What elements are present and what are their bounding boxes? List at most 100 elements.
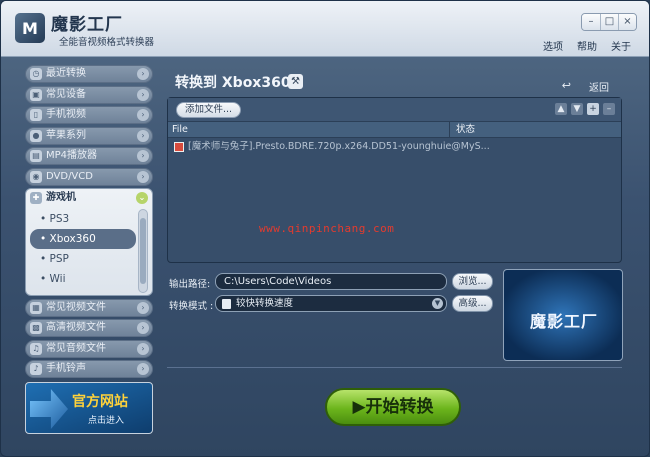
tools-icon[interactable]: ⚒	[288, 74, 303, 89]
app-window: M 魔影工厂 全能音视频格式转换器 – □ × 选项 帮助 关于 ◷ 最近转换 …	[0, 0, 650, 457]
add-icon[interactable]: +	[587, 103, 599, 115]
sidebar-item-label: 手机铃声	[46, 363, 86, 374]
table-row[interactable]: [魔术师与兔子].Presto.BDRE.720p.x264.DD51-youn…	[168, 138, 621, 156]
apple-icon: ●	[30, 129, 42, 142]
menu-help[interactable]: 帮助	[577, 38, 597, 53]
game-console-label: 游戏机	[46, 192, 76, 203]
chevron-right-icon: ›	[137, 170, 149, 183]
sidebar-item-devices[interactable]: ▣ 常见设备 ›	[25, 85, 153, 104]
phone-icon: ▯	[30, 109, 42, 121]
chevron-down-icon: ⌄	[136, 192, 148, 204]
menu-options[interactable]: 选项	[543, 38, 563, 53]
app-subtitle: 全能音视频格式转换器	[59, 37, 155, 48]
sidebar-item-video-files[interactable]: ▦ 常见视频文件 ›	[25, 298, 153, 317]
banner-subtitle: 点击进入	[88, 416, 125, 426]
banner-title: 官方网站	[72, 394, 128, 410]
player-icon: ▤	[30, 150, 42, 162]
move-up-icon[interactable]: ▲	[555, 103, 567, 115]
chevron-right-icon: ›	[137, 88, 149, 101]
menu-about[interactable]: 关于	[611, 38, 631, 53]
output-path-label: 输出路径:	[169, 279, 211, 290]
chevron-right-icon: ›	[137, 363, 149, 375]
sidebar-item-dvd[interactable]: ◉ DVD/VCD ›	[25, 167, 153, 186]
sidebar-item-label: 最近转换	[46, 68, 86, 79]
gamepad-icon: ✚	[30, 192, 42, 204]
scrollbar-thumb[interactable]	[140, 218, 146, 284]
convert-mode-select[interactable]: 较快转换速度 ▼	[215, 295, 447, 312]
sidebar-item-label: 常见音频文件	[46, 342, 106, 354]
browse-button[interactable]: 浏览...	[452, 273, 493, 290]
column-status[interactable]: 状态	[450, 122, 475, 137]
game-console-list: • PS3 • Xbox360 • PSP • Wii	[30, 209, 136, 289]
chevron-right-icon: ›	[137, 322, 149, 334]
arrow-right-icon	[30, 389, 68, 429]
device-icon: ▣	[30, 88, 42, 101]
preview-logo: 魔影工厂	[529, 312, 598, 331]
output-path-input[interactable]: C:\Users\Code\Videos	[215, 273, 447, 290]
sidebar-item-phone-video[interactable]: ▯ 手机视频 ›	[25, 106, 153, 124]
official-site-banner[interactable]: 官方网站 点击进入	[25, 382, 153, 434]
divider	[167, 367, 622, 368]
sidebar-item-label: 常见视频文件	[46, 301, 106, 313]
file-toolbar: 添加文件... ▲ ▼ + –	[168, 98, 621, 122]
chevron-down-icon: ▼	[432, 298, 443, 309]
file-toolbar-icons: ▲ ▼ + –	[555, 103, 615, 115]
sidebar-item-label: DVD/VCD	[46, 170, 93, 182]
chevron-right-icon: ›	[137, 109, 149, 121]
sidebar-item-hd-files[interactable]: ▩ 高清视频文件 ›	[25, 319, 153, 337]
advanced-button[interactable]: 高级...	[452, 295, 493, 312]
sidebar-item-label: 常见设备	[46, 88, 86, 100]
maximize-button[interactable]: □	[600, 14, 618, 30]
add-file-button[interactable]: 添加文件...	[176, 102, 242, 118]
game-console-header[interactable]: ✚ 游戏机 ⌄	[26, 189, 152, 207]
convert-mode-value: 较快转换速度	[236, 298, 294, 309]
start-convert-button[interactable]: ▶开始转换	[325, 388, 461, 426]
sidebar-item-label: 苹果系列	[46, 129, 86, 141]
title-bar: M 魔影工厂 全能音视频格式转换器 – □ × 选项 帮助 关于	[1, 1, 649, 57]
clock-icon: ◷	[30, 68, 42, 80]
app-title: 魔影工厂	[51, 15, 123, 35]
watermark-text: www.qinpinchang.com	[259, 222, 395, 235]
video-file-icon	[174, 141, 184, 152]
game-list-scrollbar[interactable]	[138, 209, 148, 293]
close-button[interactable]: ×	[618, 14, 636, 30]
sidebar: ◷ 最近转换 › ▣ 常见设备 › ▯ 手机视频 › ● 苹果系列 › ▤ MP…	[25, 65, 153, 434]
video-file-icon: ▦	[30, 301, 42, 314]
minimize-button[interactable]: –	[582, 14, 600, 30]
file-list-panel: 添加文件... ▲ ▼ + – File 状态 [魔术师与兔子].Presto.…	[167, 97, 622, 263]
chevron-right-icon: ›	[137, 129, 149, 142]
convert-mode-label: 转换模式 :	[169, 301, 214, 312]
game-option-xbox360[interactable]: • Xbox360	[30, 229, 136, 249]
sidebar-item-ringtone[interactable]: ♪ 手机铃声 ›	[25, 360, 153, 378]
hd-file-icon: ▩	[30, 322, 42, 334]
game-option-psp[interactable]: • PSP	[30, 249, 136, 269]
chevron-right-icon: ›	[137, 68, 149, 80]
preview-panel: 魔影工厂	[503, 269, 623, 361]
column-file[interactable]: File	[168, 122, 450, 137]
game-option-wii[interactable]: • Wii	[30, 269, 136, 289]
back-arrow-icon[interactable]: ↩	[562, 79, 571, 92]
chevron-right-icon: ›	[137, 342, 149, 355]
file-name: [魔术师与兔子].Presto.BDRE.720p.x264.DD51-youn…	[188, 141, 490, 152]
sidebar-item-mp4[interactable]: ▤ MP4播放器 ›	[25, 147, 153, 165]
document-icon	[222, 299, 231, 309]
chevron-right-icon: ›	[137, 150, 149, 162]
sidebar-item-audio-files[interactable]: ♫ 常见音频文件 ›	[25, 339, 153, 358]
page-title: 转换到 Xbox360	[175, 75, 291, 91]
back-button[interactable]: 返回	[589, 79, 609, 94]
sidebar-item-apple[interactable]: ● 苹果系列 ›	[25, 126, 153, 145]
app-logo-icon: M	[15, 13, 45, 43]
sidebar-item-label: 手机视频	[46, 109, 86, 120]
top-menu: 选项 帮助 关于	[543, 38, 631, 53]
remove-icon[interactable]: –	[603, 103, 615, 115]
music-icon: ♫	[30, 342, 42, 355]
ringtone-icon: ♪	[30, 363, 42, 375]
file-list-header: File 状态	[168, 122, 621, 138]
chevron-right-icon: ›	[137, 301, 149, 314]
move-down-icon[interactable]: ▼	[571, 103, 583, 115]
sidebar-item-label: 高清视频文件	[46, 322, 106, 333]
game-option-ps3[interactable]: • PS3	[30, 209, 136, 229]
sidebar-item-recent[interactable]: ◷ 最近转换 ›	[25, 65, 153, 83]
sidebar-group-game-console: ✚ 游戏机 ⌄ • PS3 • Xbox360 • PSP • Wii	[25, 188, 153, 296]
window-controls: – □ ×	[581, 13, 637, 31]
